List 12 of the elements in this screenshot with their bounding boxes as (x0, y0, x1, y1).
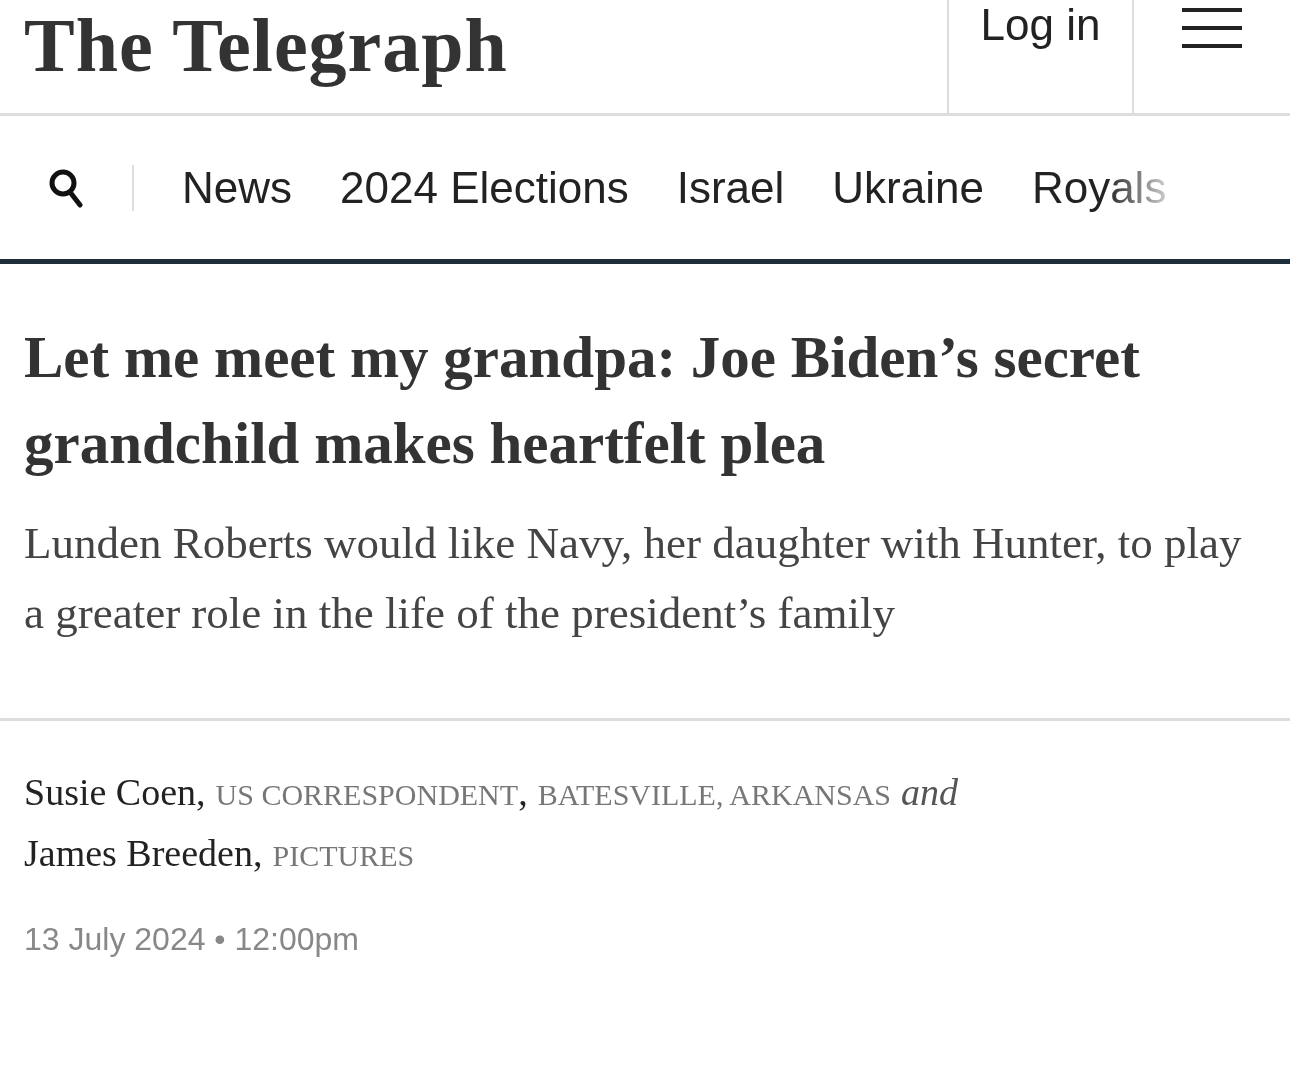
nav-link[interactable]: Ukraine (832, 162, 984, 213)
headline: Let me meet my grandpa: Joe Biden’s secret grandchild makes heartfelt plea (24, 323, 1141, 478)
login-link[interactable]: Log in (980, 0, 1101, 113)
nav-link[interactable]: Israel (676, 162, 785, 213)
standfirst: Lunden Roberts would like Navy, her daughter with Hunter, to play a greater role in the life of the president’s family (24, 517, 1243, 640)
nav-link[interactable]: 2024 Elections (340, 162, 629, 213)
byline: Susie Coen, US CORRESPONDENT, BATESVILLE, ARKANSAS and James Breeden, PICTURES (24, 770, 959, 876)
publish-date: 13 July 2024 • 12:00pm (24, 921, 360, 958)
menu-icon[interactable] (1182, 8, 1242, 48)
logo[interactable]: The Telegraph (0, 0, 947, 89)
nav-link[interactable]: News (182, 162, 293, 213)
search-icon[interactable] (48, 167, 84, 208)
